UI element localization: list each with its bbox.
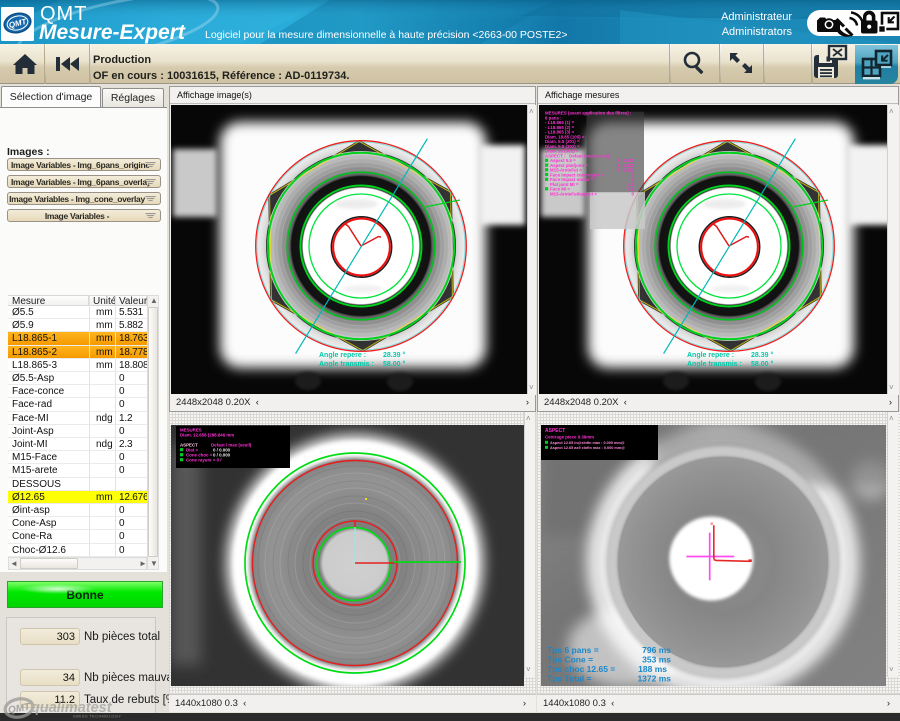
svg-text:SWISS TECHNOLOGY: SWISS TECHNOLOGY — [73, 714, 121, 719]
svg-text:Angle repere :: Angle repere : — [319, 352, 366, 359]
svg-text:Tps Cone =: Tps Cone = — [547, 655, 593, 665]
svg-text:Tps 6 pans =: Tps 6 pans = — [547, 645, 599, 655]
svg-text:Centrage piece 0.39mm: Centrage piece 0.39mm — [545, 435, 594, 440]
svg-text:ASPECT: ASPECT — [545, 428, 565, 434]
svg-text:58.00 °: 58.00 ° — [383, 360, 405, 368]
svg-text:Angle transmis :: Angle transmis : — [687, 361, 742, 368]
svg-text:Aspect 12.65 in@xInfIn max : 0: Aspect 12.65 in@xInfIn max : 0.000 mm@ — [550, 441, 625, 445]
svg-text:Tps Total =: Tps Total = — [547, 674, 592, 684]
svg-text:353 ms: 353 ms — [642, 655, 671, 665]
svg-text:Angle transmis :: Angle transmis : — [319, 361, 374, 368]
svg-text:28.39 °: 28.39 ° — [383, 351, 405, 359]
svg-text:796 ms: 796 ms — [642, 645, 671, 655]
svg-text:Cone rayure = 0 /: Cone rayure = 0 / — [186, 458, 222, 463]
svg-text:1372 ms: 1372 ms — [637, 674, 671, 684]
svg-text:Angle repere :: Angle repere : — [687, 352, 734, 359]
svg-text:M15-AreteFut/aspect =: M15-AreteFut/aspect = — [550, 191, 597, 196]
svg-text:Tps choc 12.65 =: Tps choc 12.65 = — [547, 664, 615, 674]
svg-text:58.00 °: 58.00 ° — [751, 360, 773, 368]
svg-text:28.39 °: 28.39 ° — [751, 351, 773, 359]
svg-text:Diam. 12.658 (288.846 mm: Diam. 12.658 (288.846 mm — [180, 433, 234, 438]
svg-text:188 ms: 188 ms — [638, 664, 667, 674]
svg-text:Aspect 12.65 ax9 xInfIn max :: Aspect 12.65 ax9 xInfIn max : 0.000 mm@ — [550, 446, 625, 450]
